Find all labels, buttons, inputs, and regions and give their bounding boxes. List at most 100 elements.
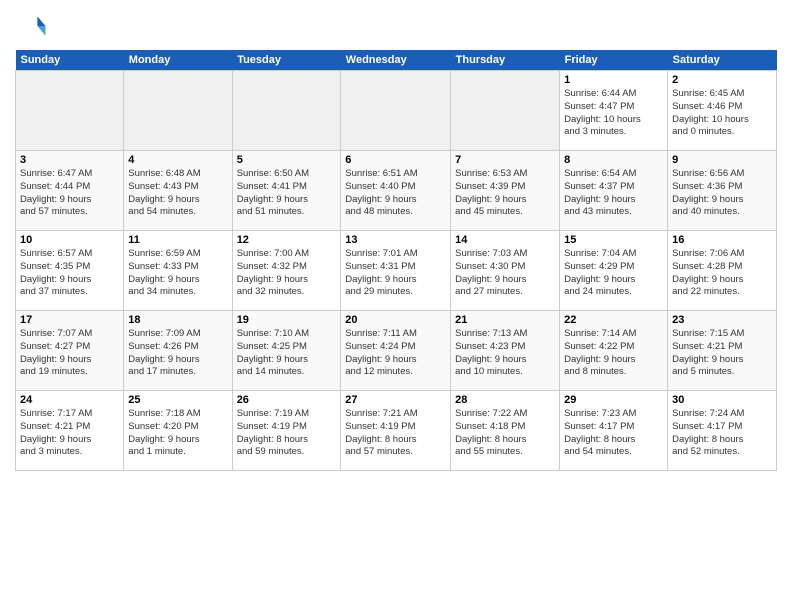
day-info: Sunrise: 6:56 AM Sunset: 4:36 PM Dayligh… [672,168,772,219]
day-number: 18 [128,314,227,326]
day-info: Sunrise: 7:10 AM Sunset: 4:25 PM Dayligh… [237,328,337,379]
calendar-cell: 28 Sunrise: 7:22 AM Sunset: 4:18 PM Dayli… [451,391,560,471]
calendar: SundayMondayTuesdayWednesdayThursdayFrid… [15,50,777,471]
day-number: 29 [564,394,663,406]
calendar-cell: 10 Sunrise: 6:57 AM Sunset: 4:35 PM Dayli… [16,231,124,311]
day-number: 6 [345,154,446,166]
day-info: Sunrise: 7:14 AM Sunset: 4:22 PM Dayligh… [564,328,663,379]
day-number: 28 [455,394,555,406]
calendar-cell: 9 Sunrise: 6:56 AM Sunset: 4:36 PM Daylig… [668,151,777,231]
calendar-week-row: 10 Sunrise: 6:57 AM Sunset: 4:35 PM Dayli… [16,231,777,311]
day-number: 10 [20,234,119,246]
page: SundayMondayTuesdayWednesdayThursdayFrid… [0,0,792,612]
calendar-cell [16,71,124,151]
day-info: Sunrise: 7:00 AM Sunset: 4:32 PM Dayligh… [237,248,337,299]
calendar-week-row: 1 Sunrise: 6:44 AM Sunset: 4:47 PM Daylig… [16,71,777,151]
calendar-cell [451,71,560,151]
day-number: 5 [237,154,337,166]
day-info: Sunrise: 6:47 AM Sunset: 4:44 PM Dayligh… [20,168,119,219]
day-number: 21 [455,314,555,326]
day-number: 2 [672,74,772,86]
day-info: Sunrise: 7:22 AM Sunset: 4:18 PM Dayligh… [455,408,555,459]
day-info: Sunrise: 6:54 AM Sunset: 4:37 PM Dayligh… [564,168,663,219]
calendar-week-row: 17 Sunrise: 7:07 AM Sunset: 4:27 PM Dayli… [16,311,777,391]
weekday-header: Wednesday [341,50,451,71]
day-number: 3 [20,154,119,166]
weekday-header: Thursday [451,50,560,71]
calendar-cell: 21 Sunrise: 7:13 AM Sunset: 4:23 PM Dayli… [451,311,560,391]
calendar-cell: 26Sunrise: 7:19 AM Sunset: 4:19 PM Dayli… [232,391,341,471]
calendar-cell [232,71,341,151]
logo-icon [15,10,47,42]
calendar-cell [341,71,451,151]
calendar-cell: 30 Sunrise: 7:24 AM Sunset: 4:17 PM Dayli… [668,391,777,471]
weekday-header: Friday [560,50,668,71]
calendar-cell: 1 Sunrise: 6:44 AM Sunset: 4:47 PM Daylig… [560,71,668,151]
day-info: Sunrise: 7:11 AM Sunset: 4:24 PM Dayligh… [345,328,446,379]
day-number: 7 [455,154,555,166]
day-number: 25 [128,394,227,406]
day-info: Sunrise: 7:19 AM Sunset: 4:19 PM Dayligh… [237,408,337,459]
calendar-header-row: SundayMondayTuesdayWednesdayThursdayFrid… [16,50,777,71]
calendar-cell: 11Sunrise: 6:59 AM Sunset: 4:33 PM Dayli… [124,231,232,311]
weekday-header: Saturday [668,50,777,71]
day-number: 20 [345,314,446,326]
day-number: 22 [564,314,663,326]
day-number: 27 [345,394,446,406]
day-number: 24 [20,394,119,406]
day-number: 1 [564,74,663,86]
calendar-week-row: 3 Sunrise: 6:47 AM Sunset: 4:44 PM Daylig… [16,151,777,231]
day-number: 9 [672,154,772,166]
day-info: Sunrise: 7:13 AM Sunset: 4:23 PM Dayligh… [455,328,555,379]
day-info: Sunrise: 7:23 AM Sunset: 4:17 PM Dayligh… [564,408,663,459]
day-number: 30 [672,394,772,406]
calendar-cell: 6Sunrise: 6:51 AM Sunset: 4:40 PM Daylig… [341,151,451,231]
day-info: Sunrise: 7:15 AM Sunset: 4:21 PM Dayligh… [672,328,772,379]
day-number: 15 [564,234,663,246]
calendar-cell: 25Sunrise: 7:18 AM Sunset: 4:20 PM Dayli… [124,391,232,471]
calendar-cell: 5 Sunrise: 6:50 AM Sunset: 4:41 PM Daylig… [232,151,341,231]
day-info: Sunrise: 7:17 AM Sunset: 4:21 PM Dayligh… [20,408,119,459]
day-number: 23 [672,314,772,326]
day-info: Sunrise: 7:06 AM Sunset: 4:28 PM Dayligh… [672,248,772,299]
calendar-cell: 8 Sunrise: 6:54 AM Sunset: 4:37 PM Daylig… [560,151,668,231]
day-number: 14 [455,234,555,246]
calendar-cell: 19 Sunrise: 7:10 AM Sunset: 4:25 PM Dayli… [232,311,341,391]
day-number: 16 [672,234,772,246]
day-info: Sunrise: 6:53 AM Sunset: 4:39 PM Dayligh… [455,168,555,219]
calendar-cell: 14 Sunrise: 7:03 AM Sunset: 4:30 PM Dayli… [451,231,560,311]
calendar-cell: 3 Sunrise: 6:47 AM Sunset: 4:44 PM Daylig… [16,151,124,231]
day-info: Sunrise: 6:50 AM Sunset: 4:41 PM Dayligh… [237,168,337,219]
weekday-header: Monday [124,50,232,71]
day-number: 12 [237,234,337,246]
day-info: Sunrise: 6:45 AM Sunset: 4:46 PM Dayligh… [672,88,772,139]
calendar-cell: 24 Sunrise: 7:17 AM Sunset: 4:21 PM Dayli… [16,391,124,471]
weekday-header: Sunday [16,50,124,71]
calendar-cell: 18 Sunrise: 7:09 AM Sunset: 4:26 PM Dayli… [124,311,232,391]
day-number: 19 [237,314,337,326]
day-number: 13 [345,234,446,246]
calendar-cell: 4Sunrise: 6:48 AM Sunset: 4:43 PM Daylig… [124,151,232,231]
calendar-cell: 7 Sunrise: 6:53 AM Sunset: 4:39 PM Daylig… [451,151,560,231]
day-info: Sunrise: 6:48 AM Sunset: 4:43 PM Dayligh… [128,168,227,219]
day-info: Sunrise: 7:09 AM Sunset: 4:26 PM Dayligh… [128,328,227,379]
day-info: Sunrise: 7:07 AM Sunset: 4:27 PM Dayligh… [20,328,119,379]
day-number: 17 [20,314,119,326]
day-info: Sunrise: 6:57 AM Sunset: 4:35 PM Dayligh… [20,248,119,299]
calendar-cell: 12 Sunrise: 7:00 AM Sunset: 4:32 PM Dayli… [232,231,341,311]
calendar-cell: 22 Sunrise: 7:14 AM Sunset: 4:22 PM Dayli… [560,311,668,391]
calendar-cell: 2 Sunrise: 6:45 AM Sunset: 4:46 PM Daylig… [668,71,777,151]
calendar-week-row: 24 Sunrise: 7:17 AM Sunset: 4:21 PM Dayli… [16,391,777,471]
calendar-cell: 29 Sunrise: 7:23 AM Sunset: 4:17 PM Dayli… [560,391,668,471]
day-number: 11 [128,234,227,246]
weekday-header: Tuesday [232,50,341,71]
calendar-cell [124,71,232,151]
day-info: Sunrise: 7:24 AM Sunset: 4:17 PM Dayligh… [672,408,772,459]
day-number: 8 [564,154,663,166]
calendar-cell: 15Sunrise: 7:04 AM Sunset: 4:29 PM Dayli… [560,231,668,311]
calendar-cell: 13Sunrise: 7:01 AM Sunset: 4:31 PM Dayli… [341,231,451,311]
day-info: Sunrise: 7:03 AM Sunset: 4:30 PM Dayligh… [455,248,555,299]
calendar-cell: 17 Sunrise: 7:07 AM Sunset: 4:27 PM Dayli… [16,311,124,391]
calendar-cell: 16 Sunrise: 7:06 AM Sunset: 4:28 PM Dayli… [668,231,777,311]
day-info: Sunrise: 6:44 AM Sunset: 4:47 PM Dayligh… [564,88,663,139]
